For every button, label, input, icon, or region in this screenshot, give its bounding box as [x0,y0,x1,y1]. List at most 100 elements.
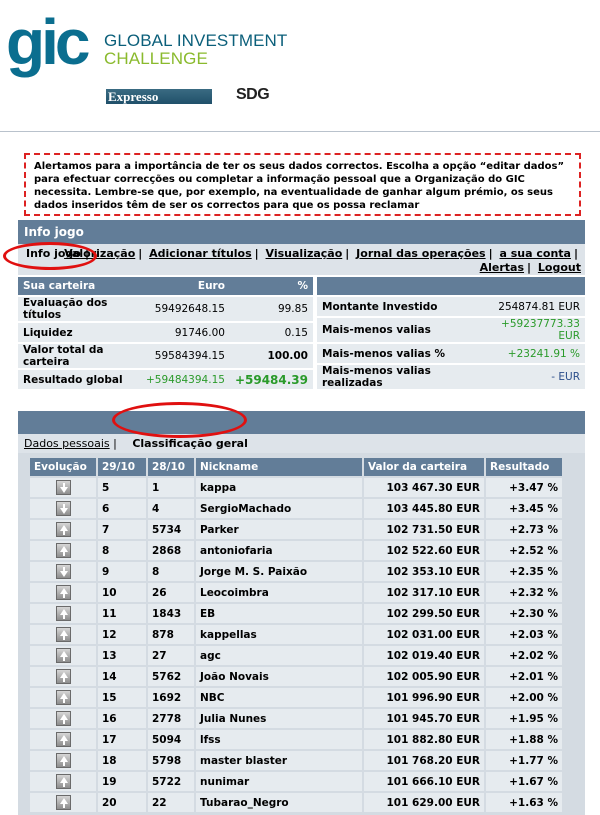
nickname[interactable]: Leocoimbra [196,583,362,602]
table-row: Evaluação dos títulos 59492648.15 99.85 [18,297,313,321]
col-resultado: Resultado [486,458,562,476]
gic-logo-text: gic [6,6,89,78]
arrow-up-icon [56,774,71,789]
ranking-table: Evolução 29/10 28/10 Nickname Valor da c… [28,456,564,814]
row-label: Mais-menos valias realizadas [317,365,487,389]
logo-title-line2: CHALLENGE [104,49,208,68]
rank-29-10: 11 [98,604,146,623]
nickname[interactable]: João Novais [196,667,362,686]
evolucao-cell [30,730,96,749]
row-value: +23241.91 % [487,344,585,363]
valor-carteira: 101 768.20 EUR [364,751,484,770]
rank-28-10: 4 [148,499,194,518]
portfolio-header-row: Sua carteira Euro % [18,277,313,295]
evolucao-cell [30,520,96,539]
nav-logout[interactable]: Logout [538,261,581,274]
valor-carteira: 101 666.10 EUR [364,772,484,791]
investment-table: Montante Investido 254874.81 EUR Mais-me… [317,275,585,391]
evolucao-cell [30,583,96,602]
nickname[interactable]: Parker [196,520,362,539]
arrow-up-icon [56,648,71,663]
site-header: gic GLOBAL INVESTMENT CHALLENGE Expresso… [0,0,600,132]
nickname[interactable]: NBC [196,688,362,707]
rank-29-10: 7 [98,520,146,539]
arrow-up-icon [56,669,71,684]
rank-28-10: 22 [148,793,194,812]
expresso-logo[interactable]: Expresso [106,89,212,104]
resultado: +2.52 % [486,541,562,560]
resultado: +3.47 % [486,478,562,497]
evolucao-cell [30,709,96,728]
col-29-10: 29/10 [98,458,146,476]
arrow-up-icon [56,690,71,705]
table-row: 18 5798 master blaster 101 768.20 EUR +1.77 … [30,751,562,770]
data-correctness-alert: Alertamos para a importância de ter os s… [24,153,581,216]
col-euro: Euro [140,277,230,295]
col-28-10: 28/10 [148,458,194,476]
tab-classificacao-geral[interactable]: Classificação geral [132,437,248,450]
nickname[interactable]: lfss [196,730,362,749]
evolucao-cell [30,478,96,497]
arrow-down-icon [56,480,71,495]
row-label: Liquidez [18,323,141,342]
valor-carteira: 102 731.50 EUR [364,520,484,539]
resultado: +1.95 % [486,709,562,728]
table-row: 20 22 Tubarao_Negro 101 629.00 EUR +1.63 % [30,793,562,812]
valor-carteira: 101 629.00 EUR [364,793,484,812]
valor-carteira: 102 317.10 EUR [364,583,484,602]
valor-carteira: 101 882.80 EUR [364,730,484,749]
nav-adicionar-titulos[interactable]: Adicionar títulos [149,247,252,260]
arrow-up-icon [56,711,71,726]
valor-carteira: 103 467.30 EUR [364,478,484,497]
valor-carteira: 102 299.50 EUR [364,604,484,623]
col-sua-carteira: Sua carteira [18,277,141,295]
arrow-up-icon [56,606,71,621]
tab-dados-pessoais[interactable]: Dados pessoais [24,437,110,450]
table-row: 14 5762 João Novais 102 005.90 EUR +2.01 % [30,667,562,686]
table-row: 6 4 SergioMachado 103 445.80 EUR +3.45 % [30,499,562,518]
valor-carteira: 101 996.90 EUR [364,688,484,707]
sdg-logo[interactable]: SDG [236,86,270,104]
nickname[interactable]: kappellas [196,625,362,644]
row-label: Valor total da carteira [18,344,141,368]
table-row: 13 27 agc 102 019.40 EUR +2.02 % [30,646,562,665]
nickname[interactable]: agc [196,646,362,665]
table-row: 8 2868 antoniofaria 102 522.60 EUR +2.52 % [30,541,562,560]
nav-visualizacao[interactable]: Visualização [266,247,343,260]
logo-title-line1: GLOBAL INVESTMENT [104,31,288,50]
rank-28-10: 5094 [148,730,194,749]
row-pct: 0.15 [229,323,313,342]
table-row: Resultado global +59484394.15 +59484.39 [18,370,313,389]
rank-28-10: 26 [148,583,194,602]
gic-logo[interactable]: gic [6,6,102,84]
nav-alertas[interactable]: Alertas [480,261,524,274]
row-value: 254874.81 EUR [487,297,585,316]
valor-carteira: 102 031.00 EUR [364,625,484,644]
rank-29-10: 19 [98,772,146,791]
nickname[interactable]: Tubarao_Negro [196,793,362,812]
rank-29-10: 15 [98,688,146,707]
evolucao-cell [30,604,96,623]
col-pct: % [229,277,313,295]
nickname[interactable]: Jorge M. S. Paixão [196,562,362,581]
resultado: +2.02 % [486,646,562,665]
ranking-body: 5 1 kappa 103 467.30 EUR +3.47 % 6 4 SergioMach… [30,478,562,812]
nickname[interactable]: EB [196,604,362,623]
evolucao-cell [30,646,96,665]
nickname[interactable]: antoniofaria [196,541,362,560]
arrow-up-icon [56,627,71,642]
nav-jornal-operacoes[interactable]: Jornal das operações [356,247,485,260]
nav-info-jogo[interactable]: Info jogo [26,247,81,261]
nickname[interactable]: nunimar [196,772,362,791]
nickname[interactable]: master blaster [196,751,362,770]
panel-title: Info jogo [18,220,585,244]
nickname[interactable]: Julia Nunes [196,709,362,728]
nickname[interactable]: kappa [196,478,362,497]
rank-28-10: 5762 [148,667,194,686]
rank-29-10: 6 [98,499,146,518]
col-valor: Valor da carteira [364,458,484,476]
evolucao-cell [30,562,96,581]
arrow-up-icon [56,753,71,768]
nav-a-sua-conta[interactable]: a sua conta [499,247,570,260]
nickname[interactable]: SergioMachado [196,499,362,518]
